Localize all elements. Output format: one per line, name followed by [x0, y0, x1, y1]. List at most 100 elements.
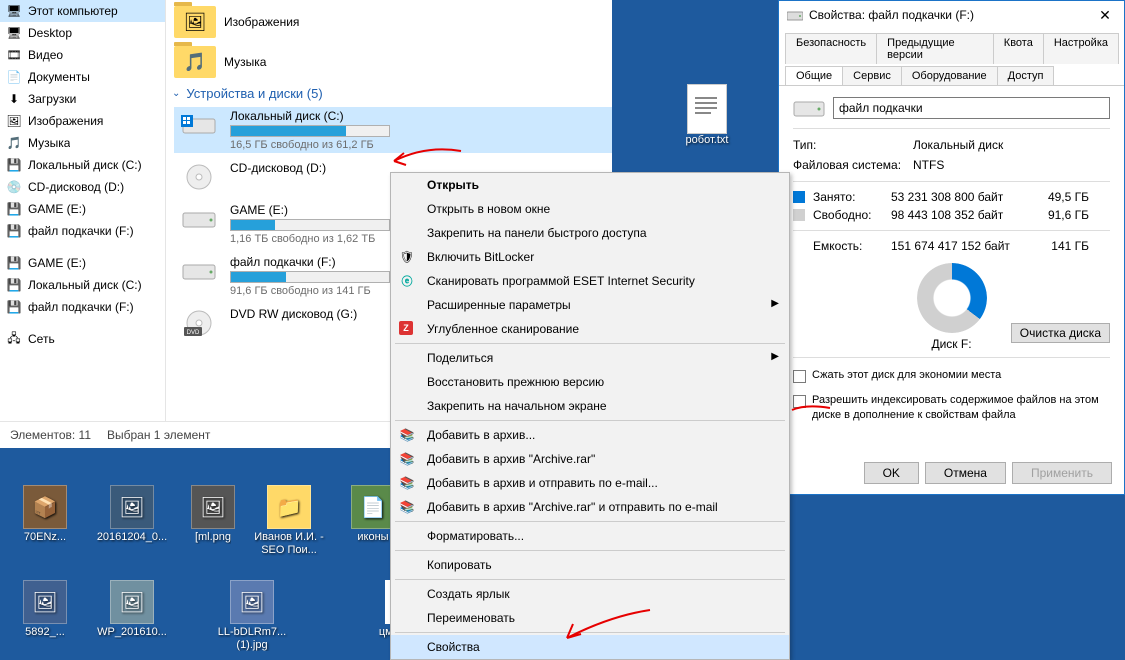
cd-icon: DVD	[182, 309, 216, 337]
menu-item[interactable]: ⓔСканировать программой ESET Internet Se…	[391, 269, 789, 293]
sidebar-item[interactable]: 🎵Музыка	[0, 132, 165, 154]
hdd-icon	[181, 207, 217, 231]
sidebar-item[interactable]: 💾GAME (E:)	[0, 198, 165, 220]
sidebar-item[interactable]: 💾Локальный диск (C:)	[0, 154, 165, 176]
compress-checkbox[interactable]: Сжать этот диск для экономии места	[793, 368, 1110, 383]
item-icon: 🖥	[6, 3, 22, 19]
tab[interactable]: Оборудование	[901, 66, 998, 85]
submenu-arrow-icon: ▶	[771, 298, 779, 309]
folder-item[interactable]: 🖼Изображения	[174, 6, 612, 38]
item-icon: 💾	[6, 223, 22, 239]
tab[interactable]: Предыдущие версии	[876, 33, 994, 64]
ok-button[interactable]: OK	[864, 462, 919, 484]
dialog-titlebar: Свойства: файл подкачки (F:) ✕	[779, 1, 1124, 29]
cleanup-button[interactable]: Очистка диска	[1011, 323, 1110, 343]
item-icon: 🖥	[6, 25, 22, 41]
menu-separator	[395, 579, 785, 580]
sidebar-item[interactable]: 🖥Desktop	[0, 22, 165, 44]
usage-bar	[230, 271, 390, 283]
menu-item[interactable]: Создать ярлык	[391, 582, 789, 606]
sidebar-item[interactable]: 🖼Изображения	[0, 110, 165, 132]
sidebar-item[interactable]: 🖥Этот компьютер	[0, 0, 165, 22]
menu-item[interactable]: 📚Добавить в архив и отправить по e-mail.…	[391, 471, 789, 495]
cancel-button[interactable]: Отмена	[925, 462, 1006, 484]
tab[interactable]: Безопасность	[785, 33, 877, 64]
drive-icon: 💾	[6, 277, 22, 293]
annotation-arrow	[790, 400, 840, 420]
file-thumb: 📄	[351, 485, 395, 529]
sidebar-item[interactable]: ⬇Загрузки	[0, 88, 165, 110]
menu-item[interactable]: 🛡Включить BitLocker	[391, 245, 789, 269]
sidebar-item[interactable]: 📄Документы	[0, 66, 165, 88]
file-thumb: 🖼	[191, 485, 235, 529]
sidebar-item[interactable]: 💾файл подкачки (F:)	[0, 220, 165, 242]
folder-item[interactable]: 🎵Музыка	[174, 46, 612, 78]
menu-item[interactable]: Открыть в новом окне	[391, 197, 789, 221]
menu-separator	[395, 521, 785, 522]
menu-item[interactable]: Открыть	[391, 173, 789, 197]
submenu-arrow-icon: ▶	[771, 351, 779, 362]
cd-icon	[182, 163, 216, 191]
sidebar-item[interactable]: 💾файл подкачки (F:)	[0, 296, 165, 318]
free-swatch	[793, 209, 805, 221]
annotation-arrow	[386, 145, 466, 175]
sidebar-network[interactable]: 🖧 Сеть	[0, 328, 165, 350]
status-selection: Выбран 1 элемент	[107, 428, 210, 442]
menu-item[interactable]: Форматировать...	[391, 524, 789, 548]
sidebar-item[interactable]: 🎞Видео	[0, 44, 165, 66]
tab[interactable]: Общие	[785, 66, 843, 85]
drive-icon	[787, 9, 803, 21]
capacity: Емкость:151 674 417 152 байт141 ГБ	[793, 237, 1110, 255]
menu-item[interactable]: Закрепить на начальном экране	[391, 394, 789, 418]
menu-item[interactable]: 📚Добавить в архив "Archive.rar" и отправ…	[391, 495, 789, 519]
file-thumb: 📦	[23, 485, 67, 529]
properties-dialog: Свойства: файл подкачки (F:) ✕ Безопасно…	[778, 0, 1125, 495]
menu-item[interactable]: 📚Добавить в архив...	[391, 423, 789, 447]
winrar-icon: 📚	[399, 499, 415, 515]
menu-item[interactable]: Восстановить прежнюю версию	[391, 370, 789, 394]
desktop-icon[interactable]: 📦70ENz...	[8, 485, 82, 544]
volume-name-input[interactable]	[833, 97, 1110, 119]
txt-icon	[693, 91, 721, 127]
devices-header[interactable]: ⌄ Устройства и диски (5)	[166, 86, 612, 101]
svg-text:DVD: DVD	[187, 330, 200, 336]
item-icon: 💾	[6, 157, 22, 173]
apply-button[interactable]: Применить	[1012, 462, 1112, 484]
desktop-icon[interactable]: 🖼20161204_0...	[95, 485, 169, 544]
file-thumb: 🖼	[23, 580, 67, 624]
item-icon: 🎞	[6, 47, 22, 63]
menu-item[interactable]: 📚Добавить в архив "Archive.rar"	[391, 447, 789, 471]
network-icon: 🖧	[6, 331, 22, 347]
menu-item[interactable]: Закрепить на панели быстрого доступа	[391, 221, 789, 245]
close-button[interactable]: ✕	[1090, 7, 1120, 24]
context-menu: ОткрытьОткрыть в новом окнеЗакрепить на …	[390, 172, 790, 660]
desktop-icon[interactable]: 🖼5892_...	[8, 580, 82, 639]
desktop-file-robot[interactable]: робот.txt	[670, 84, 744, 146]
sidebar-item[interactable]: 💿CD-дисковод (D:)	[0, 176, 165, 198]
index-checkbox[interactable]: Разрешить индексировать содержимое файло…	[793, 393, 1110, 423]
usage-bar	[230, 219, 390, 231]
file-thumb: 📁	[267, 485, 311, 529]
desktop-icon[interactable]: 🖼WP_201610...	[95, 580, 169, 639]
menu-separator	[395, 420, 785, 421]
general-tab-body: Тип:Локальный диск Файловая система:NTFS…	[779, 86, 1124, 433]
desktop-icon[interactable]: 📁Иванов И.И. - SEO Пои...	[252, 485, 326, 556]
desktop-icon[interactable]: 🖼[ml.png	[176, 485, 250, 544]
tab[interactable]: Сервис	[842, 66, 902, 85]
tab[interactable]: Настройка	[1043, 33, 1119, 64]
desktop-icon[interactable]: 🖼LL-bDLRm7... (1).jpg	[215, 580, 289, 651]
tab[interactable]: Квота	[993, 33, 1044, 64]
nav-pane: 🖥Этот компьютер🖥Desktop🎞Видео📄Документы⬇…	[0, 0, 166, 421]
item-icon: 💾	[6, 201, 22, 217]
drive-icon: 💾	[6, 299, 22, 315]
menu-item[interactable]: ZУглубленное сканирование	[391, 317, 789, 341]
menu-item[interactable]: Поделиться▶	[391, 346, 789, 370]
sidebar-item[interactable]: 💾Локальный диск (C:)	[0, 274, 165, 296]
menu-item[interactable]: Копировать	[391, 553, 789, 577]
folder-icon: 🖼	[174, 6, 216, 38]
tab-strip: БезопасностьПредыдущие версииКвотаНастро…	[779, 29, 1124, 86]
drive-icon	[793, 96, 825, 120]
sidebar-item[interactable]: 💾GAME (E:)	[0, 252, 165, 274]
menu-item[interactable]: Расширенные параметры▶	[391, 293, 789, 317]
tab[interactable]: Доступ	[997, 66, 1055, 85]
